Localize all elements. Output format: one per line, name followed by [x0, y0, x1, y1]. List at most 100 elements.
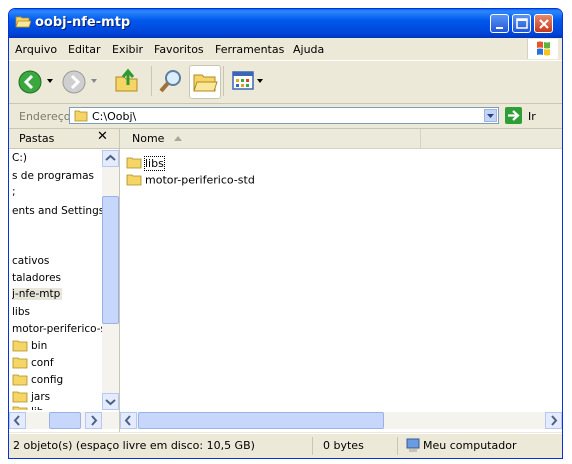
chevron-left-icon — [13, 415, 20, 426]
chevron-left-icon — [124, 415, 131, 426]
search-icon[interactable] — [157, 67, 185, 95]
menu-arquivo[interactable]: Arquivo — [15, 43, 57, 56]
file-list: Nome libs motor-periferico-std — [120, 129, 562, 432]
folder-icon — [12, 357, 28, 369]
up-folder-icon[interactable] — [113, 67, 141, 95]
address-dropdown-button[interactable] — [484, 109, 497, 122]
folder-icon — [12, 406, 28, 410]
windows-flag-icon — [537, 41, 550, 56]
list-item[interactable]: libs — [126, 155, 165, 171]
folders-pane: Pastas ✕ C:) s de programas ; ents and S… — [9, 129, 120, 432]
back-dropdown-icon[interactable] — [47, 79, 55, 85]
status-divider — [312, 437, 313, 455]
views-icon[interactable] — [231, 69, 257, 93]
column-name-header[interactable]: Nome — [120, 129, 421, 148]
folders-horizontal-scrollbar[interactable] — [9, 412, 119, 429]
scroll-left-button[interactable] — [9, 412, 26, 429]
forward-dropdown-icon[interactable] — [91, 79, 99, 85]
menu-editar[interactable]: Editar — [68, 43, 101, 56]
folders-pane-title: Pastas — [19, 132, 55, 145]
folder-icon — [12, 374, 28, 386]
menu-ajuda[interactable]: Ajuda — [293, 43, 324, 56]
go-label[interactable]: Ir — [528, 110, 536, 123]
tree-node-selected[interactable]: j-nfe-mtp — [12, 288, 63, 300]
folders-vertical-scrollbar[interactable] — [102, 150, 119, 410]
folder-icon — [74, 110, 88, 122]
tree-node[interactable]: C:) — [12, 152, 27, 164]
folder-open-icon — [15, 16, 31, 28]
folder-icon — [126, 174, 142, 186]
address-input[interactable]: C:\Oobj\ — [69, 107, 499, 124]
tree-node[interactable]: ents and Settings — [12, 205, 102, 217]
menu-ferramentas[interactable]: Ferramentas — [215, 43, 284, 56]
toolbar-separator — [151, 66, 152, 96]
forward-icon[interactable] — [61, 69, 87, 95]
sort-ascending-icon — [174, 136, 182, 141]
tree-node[interactable]: s de programas — [12, 170, 94, 182]
tree-node[interactable]: libs — [12, 306, 30, 318]
list-item[interactable]: motor-periferico-std — [126, 173, 255, 187]
chevron-right-icon — [551, 415, 558, 426]
arrow-right-icon — [508, 110, 520, 121]
chevron-down-icon — [105, 399, 116, 406]
address-label: Endereço — [19, 110, 71, 123]
scroll-up-button[interactable] — [102, 150, 119, 167]
scroll-thumb[interactable] — [138, 412, 384, 429]
tree-node[interactable]: ; — [12, 186, 16, 198]
minimize-button[interactable] — [490, 14, 509, 33]
toolbar — [9, 61, 562, 104]
folders-pane-header: Pastas ✕ — [9, 129, 119, 149]
toolbar-separator — [223, 66, 224, 96]
back-icon[interactable] — [17, 69, 43, 95]
scroll-thumb[interactable] — [49, 412, 81, 429]
scroll-down-button[interactable] — [102, 393, 119, 410]
close-icon — [539, 19, 549, 29]
tree-node[interactable]: config — [12, 374, 63, 386]
tree-node[interactable]: cativos — [12, 255, 49, 267]
window-title: oobj-nfe-mtp — [35, 15, 131, 30]
explorer-window: oobj-nfe-mtp Arquivo Editar Exibir Favor… — [8, 8, 563, 459]
tree-node[interactable]: jars — [12, 391, 50, 403]
windows-logo — [527, 39, 558, 59]
title-bar[interactable]: oobj-nfe-mtp — [9, 9, 562, 38]
status-divider — [397, 437, 398, 455]
menu-favoritos[interactable]: Favoritos — [154, 43, 204, 56]
folder-icon — [12, 391, 28, 403]
status-objects: 2 objeto(s) (espaço livre em disco: 10,5… — [13, 439, 255, 452]
column-header: Nome — [120, 129, 562, 149]
menu-bar: Arquivo Editar Exibir Favoritos Ferramen… — [9, 38, 562, 61]
content-area: Pastas ✕ C:) s de programas ; ents and S… — [9, 129, 562, 432]
tree-node[interactable]: bin — [12, 340, 47, 352]
address-bar: Endereço C:\Oobj\ Ir — [9, 104, 562, 129]
folders-pane-close-button[interactable]: ✕ — [97, 129, 108, 144]
scroll-thumb[interactable] — [102, 196, 119, 324]
tree-node[interactable]: taladores — [12, 272, 61, 284]
list-horizontal-scrollbar[interactable] — [120, 412, 562, 429]
folders-toggle-button[interactable] — [189, 65, 221, 99]
folders-icon — [193, 74, 218, 92]
close-button[interactable] — [534, 14, 553, 33]
views-dropdown-icon[interactable] — [257, 79, 265, 85]
menu-exibir[interactable]: Exibir — [112, 43, 143, 56]
scroll-left-button[interactable] — [120, 412, 137, 429]
computer-icon — [406, 438, 420, 452]
status-size: 0 bytes — [323, 439, 364, 452]
folder-icon — [12, 340, 28, 352]
chevron-right-icon — [91, 415, 98, 426]
tree-node[interactable]: conf — [12, 357, 54, 369]
maximize-icon — [516, 18, 528, 29]
minimize-icon — [496, 27, 503, 29]
folder-tree: C:) s de programas ; ents and Settings c… — [12, 150, 102, 410]
maximize-button[interactable] — [512, 14, 531, 33]
tree-node[interactable]: motor-periferico-s — [12, 323, 102, 335]
scroll-right-button[interactable] — [85, 412, 102, 429]
go-button[interactable] — [505, 107, 522, 124]
address-value: C:\Oobj\ — [92, 110, 137, 123]
chevron-up-icon — [105, 154, 116, 161]
scroll-right-button[interactable] — [545, 412, 562, 429]
tree-node[interactable]: lib — [12, 406, 44, 410]
folder-icon — [126, 157, 142, 169]
chevron-down-icon — [487, 114, 494, 118]
status-location: Meu computador — [423, 439, 517, 452]
status-bar: 2 objeto(s) (espaço livre em disco: 10,5… — [9, 433, 562, 458]
